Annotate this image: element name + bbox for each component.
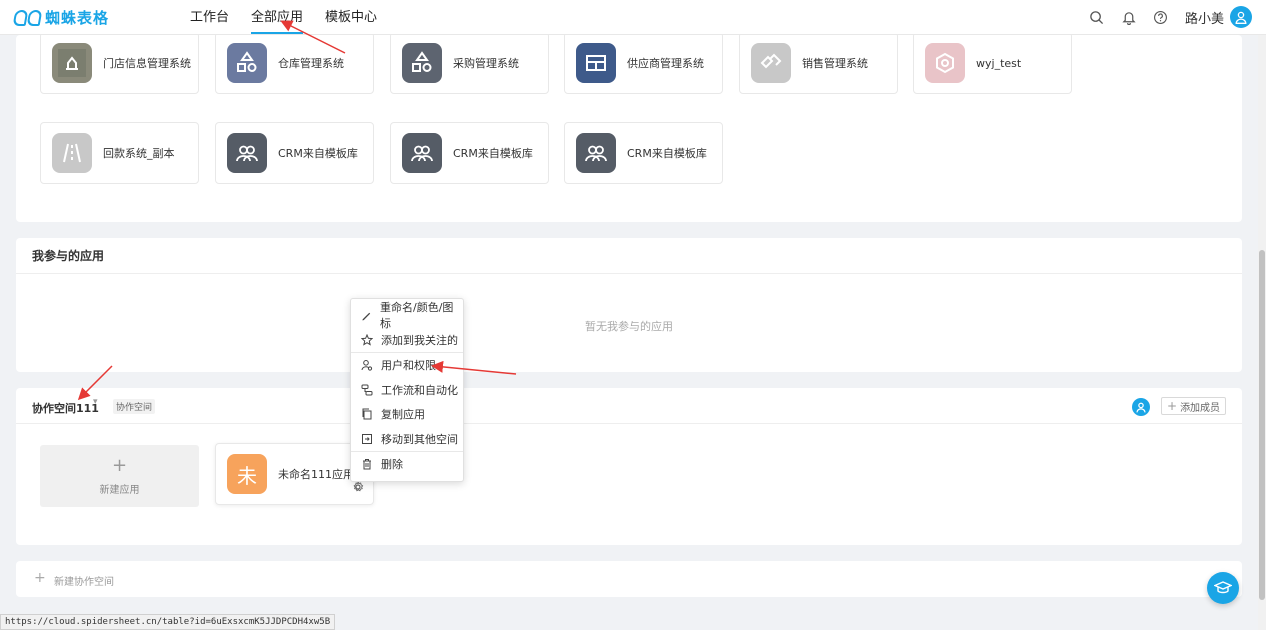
supplier-icon	[576, 43, 616, 83]
people-icon	[227, 133, 267, 173]
header-actions: 路小美	[1089, 6, 1252, 28]
workspace-header: 协作空间111 ▾ 协作空间 + 添加成员	[16, 388, 1242, 424]
app-name: 回款系统_副本	[103, 147, 175, 160]
workspace-panel: 协作空间111 ▾ 协作空间 + 添加成员 + 新建应用 未 未命名111应用1	[16, 388, 1242, 545]
copy-icon	[362, 408, 372, 420]
app-name: CRM来自模板库	[278, 147, 358, 160]
graduation-cap-icon	[1214, 581, 1232, 594]
plus-icon: +	[111, 454, 128, 476]
app-card-sales[interactable]: 销售管理系统	[739, 32, 898, 94]
purchase-icon	[402, 43, 442, 83]
app-card-crm-1[interactable]: CRM来自模板库	[215, 122, 374, 184]
section-title: 我参与的应用	[16, 238, 1242, 274]
user-name[interactable]: 路小美	[1185, 8, 1224, 27]
app-name: 采购管理系统	[453, 57, 519, 70]
user-permission-icon	[361, 360, 373, 371]
menu-item-workflow[interactable]: 工作流和自动化	[351, 378, 463, 403]
participated-apps-panel: 我参与的应用 暂无我参与的应用	[16, 238, 1242, 372]
app-card-crm-3[interactable]: CRM来自模板库	[564, 122, 723, 184]
logo-mark	[12, 9, 43, 26]
people-icon	[576, 133, 616, 173]
new-app-button[interactable]: + 新建应用	[40, 445, 199, 507]
workflow-icon	[361, 384, 373, 396]
app-card-crm-2[interactable]: CRM来自模板库	[390, 122, 549, 184]
new-app-label: 新建应用	[99, 484, 140, 496]
workspace-tag: 协作空间	[113, 399, 156, 414]
test-icon	[925, 43, 965, 83]
move-icon	[362, 433, 372, 444]
app-name: CRM来自模板库	[627, 147, 707, 160]
brand-logo[interactable]: 蜘蛛表格	[12, 7, 110, 28]
app-card-supplier[interactable]: 供应商管理系统	[564, 32, 723, 94]
status-url: https://cloud.spidersheet.cn/table?id=6u…	[0, 614, 336, 630]
top-bar: 蜘蛛表格 工作台 全部应用 模板中心 路小美	[0, 0, 1266, 35]
menu-item-follow[interactable]: 添加到我关注的	[351, 328, 463, 353]
star-icon	[361, 333, 373, 346]
menu-item-delete[interactable]: 删除	[351, 452, 463, 477]
workspace-name[interactable]: 协作空间111	[32, 400, 99, 416]
trash-icon	[363, 459, 371, 470]
app-name: 未命名111应用1	[278, 468, 361, 481]
avatar[interactable]	[1230, 6, 1252, 28]
brand-name: 蜘蛛表格	[45, 9, 110, 27]
pencil-icon	[362, 312, 371, 321]
empty-state-text: 暂无我参与的应用	[585, 320, 673, 333]
store-icon	[52, 43, 92, 83]
handshake-icon	[751, 43, 791, 83]
nav-item-template-center[interactable]: 模板中心	[325, 0, 377, 35]
app-card-store[interactable]: 门店信息管理系统	[40, 32, 199, 94]
app-card-wyj-test[interactable]: wyj_test	[913, 32, 1072, 94]
gear-icon[interactable]	[352, 480, 364, 496]
plus-icon: +	[34, 570, 46, 586]
app-card-purchase[interactable]: 采购管理系统	[390, 32, 549, 94]
menu-item-move[interactable]: 移动到其他空间	[351, 427, 463, 452]
menu-item-user-permissions[interactable]: 用户和权限	[351, 353, 463, 378]
help-icon[interactable]	[1153, 9, 1169, 25]
menu-item-copy-app[interactable]: 复制应用	[351, 402, 463, 427]
bell-icon[interactable]	[1121, 9, 1137, 25]
add-member-label: 添加成员	[1180, 402, 1221, 414]
road-icon	[52, 133, 92, 173]
app-initial-icon: 未	[227, 454, 267, 494]
app-name: CRM来自模板库	[453, 147, 533, 160]
member-avatar[interactable]	[1132, 398, 1150, 416]
plus-icon: +	[1167, 399, 1178, 413]
chevron-down-icon[interactable]: ▾	[93, 397, 98, 407]
search-icon[interactable]	[1089, 9, 1105, 25]
app-name: wyj_test	[976, 56, 1022, 70]
app-name: 供应商管理系统	[627, 57, 704, 70]
all-apps-panel: 门店信息管理系统 仓库管理系统 采购管理系统 供应商管理系统 销售管理系统 wy…	[16, 32, 1242, 222]
nav-item-all-apps[interactable]: 全部应用	[251, 0, 304, 35]
app-name: 销售管理系统	[802, 57, 868, 70]
main-nav: 工作台 全部应用 模板中心	[190, 0, 377, 35]
warehouse-icon	[227, 43, 267, 83]
new-workspace-label: 新建协作空间	[54, 577, 114, 588]
menu-item-rename[interactable]: 重命名/颜色/图标	[351, 301, 463, 330]
app-card-payment-copy[interactable]: 回款系统_副本	[40, 122, 199, 184]
app-card-warehouse[interactable]: 仓库管理系统	[215, 32, 374, 94]
scrollbar[interactable]	[1258, 35, 1266, 630]
app-name: 仓库管理系统	[278, 57, 344, 70]
new-workspace-panel[interactable]: + 新建协作空间	[16, 561, 1242, 597]
app-name: 门店信息管理系统	[103, 57, 191, 70]
people-icon	[402, 133, 442, 173]
add-member-button[interactable]: + 添加成员	[1161, 397, 1227, 415]
app-context-menu: 重命名/颜色/图标 添加到我关注的 用户和权限 工作流和自动化 复制应用 移动到…	[350, 298, 464, 482]
scrollbar-thumb[interactable]	[1259, 250, 1265, 600]
nav-item-workbench[interactable]: 工作台	[190, 0, 229, 35]
help-center-button[interactable]	[1207, 572, 1239, 604]
